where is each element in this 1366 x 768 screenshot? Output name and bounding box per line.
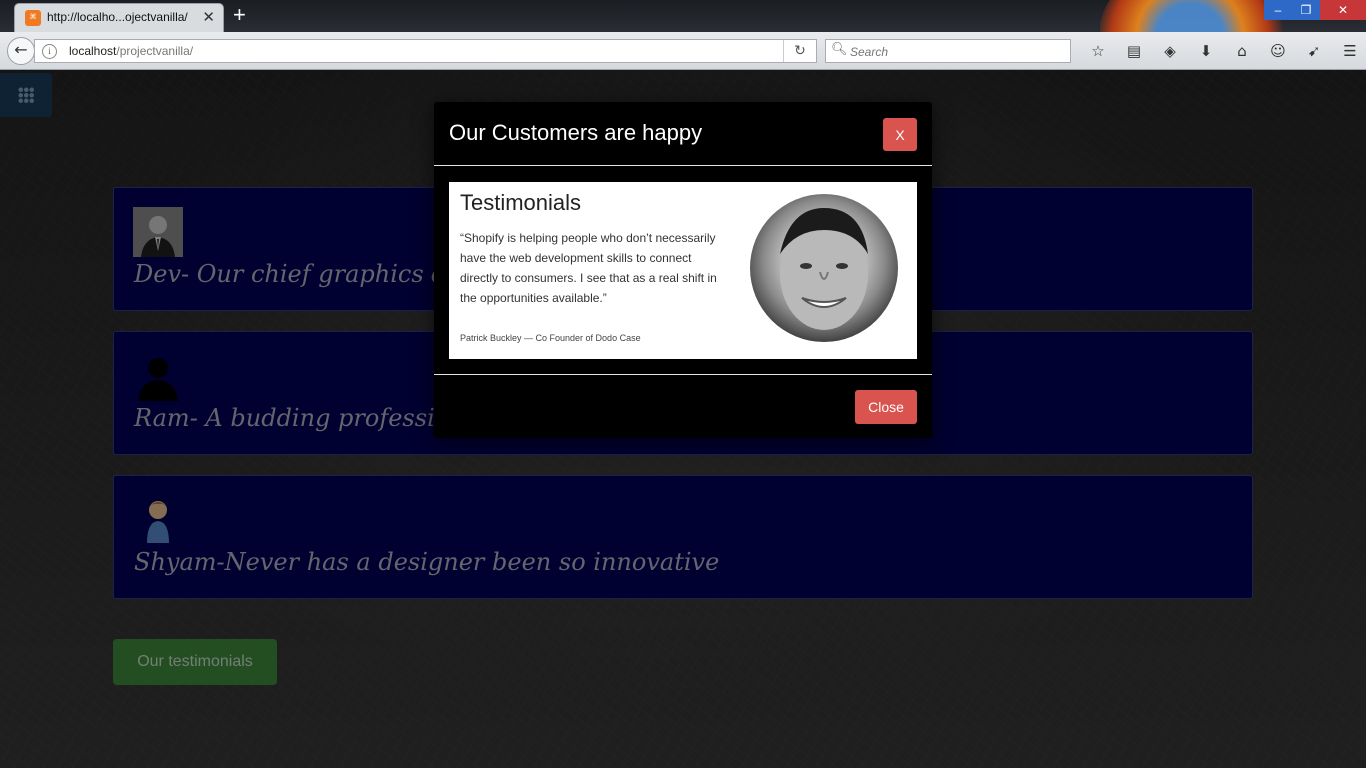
window-controls: – ❐ ✕: [1264, 0, 1366, 20]
star-icon[interactable]: ☆: [1080, 40, 1116, 62]
back-button[interactable]: ←: [7, 37, 35, 65]
minimize-button[interactable]: –: [1264, 0, 1292, 20]
download-icon[interactable]: ⬇: [1188, 40, 1224, 62]
home-icon[interactable]: ⌂: [1224, 40, 1260, 62]
back-arrow-icon: ←: [14, 40, 28, 59]
new-tab-button[interactable]: +: [233, 3, 246, 27]
customer-photo: [750, 194, 898, 342]
tab-close-icon[interactable]: ✕: [202, 8, 215, 26]
search-bar[interactable]: 🔍︎: [825, 39, 1071, 63]
window-close-button[interactable]: ✕: [1320, 0, 1366, 20]
send-icon[interactable]: ➹: [1296, 40, 1332, 62]
xampp-favicon-icon: ⌘: [25, 10, 41, 26]
pocket-icon[interactable]: ◈: [1152, 40, 1188, 62]
modal-title: Our Customers are happy: [449, 120, 703, 145]
navigation-toolbar: ← i localhost/projectvanilla/ ↻ 🔍︎ ☆ ▤ ◈…: [0, 32, 1366, 70]
url-bar[interactable]: i localhost/projectvanilla/ ↻: [34, 39, 817, 63]
tab-title: http://localho...ojectvanilla/: [47, 10, 188, 24]
menu-icon[interactable]: ☰: [1332, 40, 1366, 62]
testimonial-heading: Testimonials: [460, 190, 582, 215]
face-portrait-icon: [780, 208, 868, 330]
modal-close-button[interactable]: Close: [855, 390, 917, 424]
modal-footer: Close: [434, 374, 932, 438]
testimonial-quote: “Shopify is helping people who don’t nec…: [460, 231, 717, 305]
modal-x-button[interactable]: X: [883, 118, 917, 151]
search-icon: 🔍︎: [831, 42, 848, 57]
reading-list-icon[interactable]: ▤: [1116, 40, 1152, 62]
modal-header: Our Customers are happy X: [434, 102, 932, 166]
testimonial-author: Patrick Buckley — Co Founder of Dodo Cas…: [460, 333, 641, 343]
url-host: localhost: [69, 44, 117, 58]
info-icon[interactable]: i: [42, 44, 57, 59]
smiley-icon[interactable]: ☺: [1260, 40, 1296, 62]
tab-bar: ⌘ http://localho...ojectvanilla/ ✕ + – ❐…: [0, 0, 1366, 32]
search-input[interactable]: [848, 42, 1062, 62]
reload-icon[interactable]: ↻: [783, 40, 816, 62]
toolbar-icons: ☆ ▤ ◈ ⬇ ⌂ ☺ ➹ ☰: [1080, 40, 1366, 62]
url-path: /projectvanilla/: [116, 44, 194, 58]
browser-tab[interactable]: ⌘ http://localho...ojectvanilla/ ✕: [14, 3, 224, 32]
restore-button[interactable]: ❐: [1292, 0, 1320, 20]
url-text: localhost/projectvanilla/: [69, 44, 193, 58]
testimonial-card: Testimonials “Shopify is helping people …: [449, 182, 917, 359]
testimonial-modal: Our Customers are happy X Testimonials “…: [434, 102, 932, 438]
